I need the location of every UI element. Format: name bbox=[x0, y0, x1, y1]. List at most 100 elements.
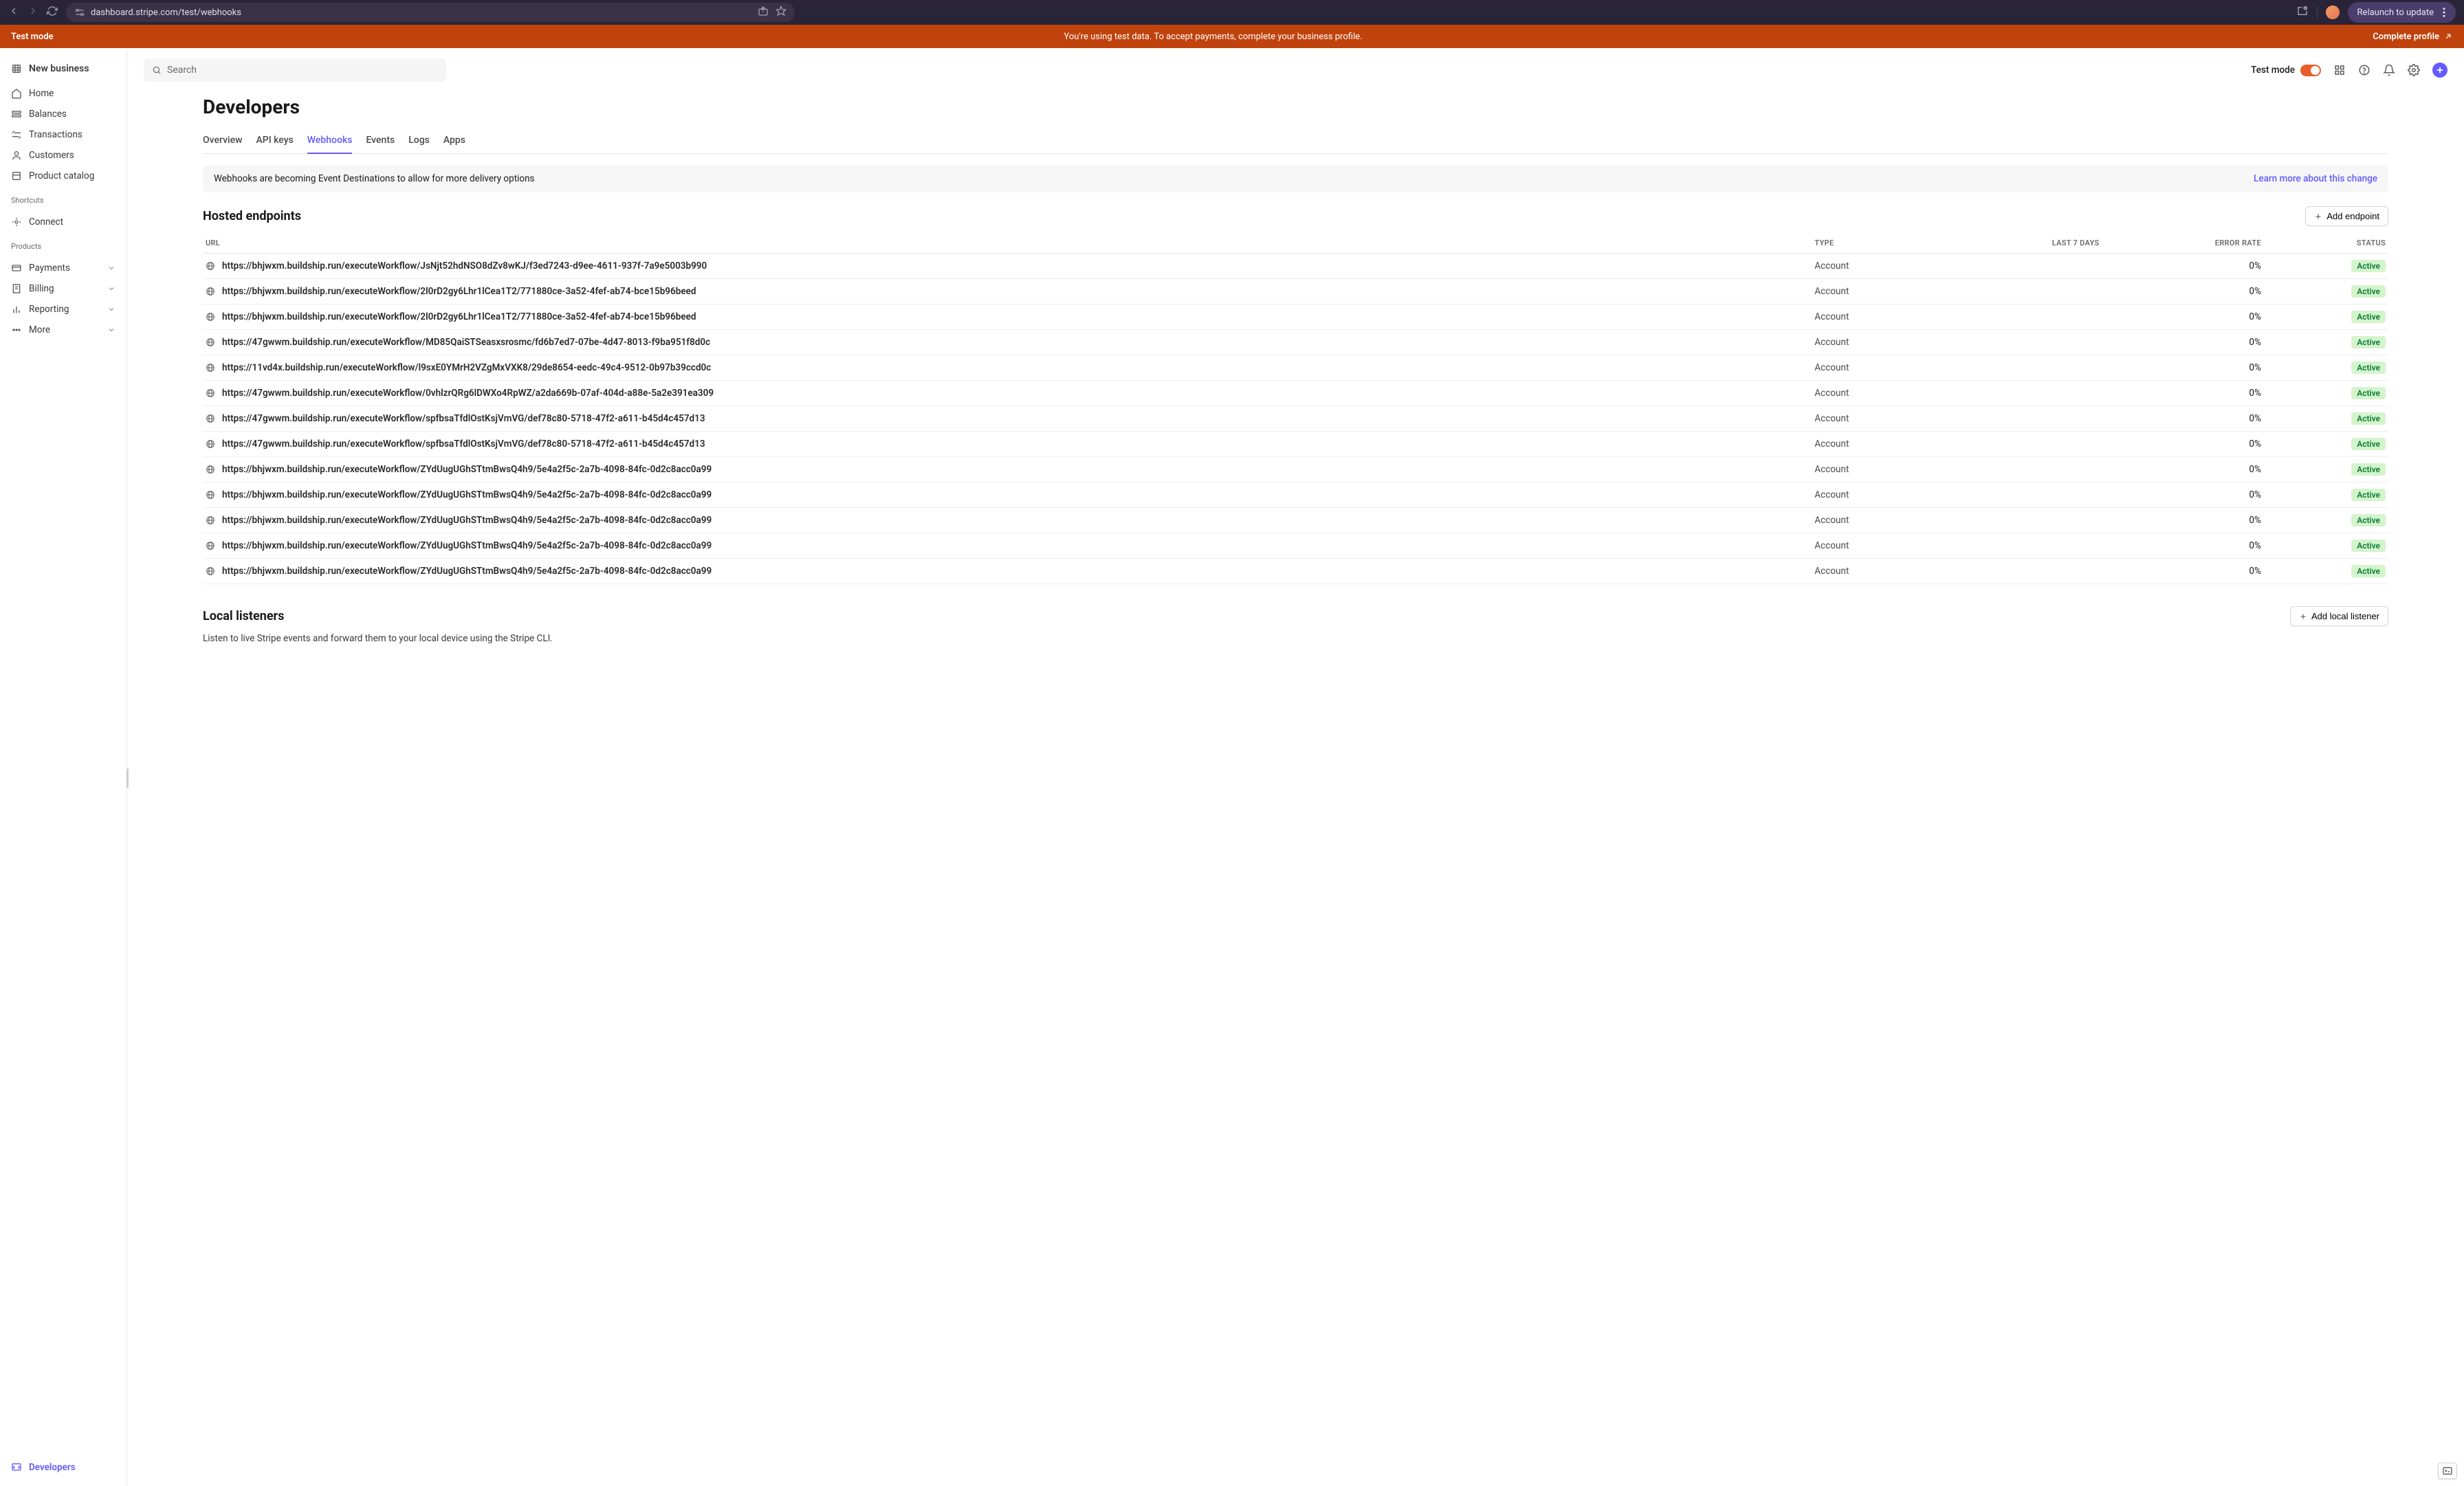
toggle-switch[interactable] bbox=[2300, 65, 2321, 76]
nav-label: Transactions bbox=[29, 129, 82, 140]
table-row[interactable]: https://11vd4x.buildship.run/executeWork… bbox=[203, 355, 2388, 381]
tab-logs[interactable]: Logs bbox=[408, 129, 430, 153]
sidebar-resize-handle[interactable] bbox=[126, 768, 129, 788]
sidebar-item-home[interactable]: Home bbox=[0, 83, 126, 104]
sidebar-item-connect[interactable]: Connect bbox=[0, 212, 126, 232]
status-badge: Active bbox=[2351, 311, 2386, 323]
endpoint-last7 bbox=[1937, 406, 2102, 432]
add-endpoint-button[interactable]: Add endpoint bbox=[2305, 206, 2388, 226]
sidebar-item-product-catalog[interactable]: Product catalog bbox=[0, 166, 126, 186]
forward-icon[interactable] bbox=[28, 5, 38, 19]
globe-icon bbox=[206, 337, 215, 347]
sidebar-item-billing[interactable]: Billing bbox=[0, 278, 126, 299]
help-icon[interactable] bbox=[2358, 64, 2370, 76]
globe-icon bbox=[206, 490, 215, 500]
business-name: New business bbox=[29, 63, 89, 74]
table-row[interactable]: https://bhjwxm.buildship.run/executeWork… bbox=[203, 254, 2388, 279]
endpoint-error-rate: 0% bbox=[2102, 508, 2264, 533]
endpoint-last7 bbox=[1937, 330, 2102, 355]
endpoint-error-rate: 0% bbox=[2102, 559, 2264, 584]
local-section-header: Local listeners Add local listener bbox=[203, 606, 2388, 626]
notice-link[interactable]: Learn more about this change bbox=[2254, 173, 2377, 184]
relaunch-button[interactable]: Relaunch to update bbox=[2348, 2, 2456, 23]
sidebar-item-transactions[interactable]: Transactions bbox=[0, 124, 126, 145]
endpoint-last7 bbox=[1937, 457, 2102, 483]
sidebar-item-payments[interactable]: Payments bbox=[0, 258, 126, 278]
notifications-icon[interactable] bbox=[2383, 64, 2395, 76]
status-badge: Active bbox=[2351, 362, 2386, 374]
shortcuts-label: Shortcuts bbox=[0, 190, 126, 208]
table-row[interactable]: https://47gwwm.buildship.run/executeWork… bbox=[203, 406, 2388, 432]
endpoint-type: Account bbox=[1812, 254, 1937, 279]
sidebar-developers[interactable]: Developers bbox=[0, 1457, 126, 1478]
endpoint-error-rate: 0% bbox=[2102, 533, 2264, 559]
extensions-icon[interactable] bbox=[2296, 5, 2309, 20]
terminal-widget[interactable] bbox=[2438, 1463, 2457, 1479]
sidebar-item-more[interactable]: More bbox=[0, 320, 126, 340]
complete-profile-link[interactable]: Complete profile bbox=[2373, 32, 2453, 42]
bookmark-icon[interactable] bbox=[776, 5, 786, 19]
table-row[interactable]: https://47gwwm.buildship.run/executeWork… bbox=[203, 381, 2388, 406]
tab-overview[interactable]: Overview bbox=[203, 129, 242, 153]
sidebar: New business Home Balances Transactions Cus… bbox=[0, 50, 127, 1486]
table-row[interactable]: https://bhjwxm.buildship.run/executeWork… bbox=[203, 457, 2388, 483]
sidebar-item-customers[interactable]: Customers bbox=[0, 145, 126, 166]
address-bar[interactable]: dashboard.stripe.com/test/webhooks bbox=[66, 3, 795, 22]
table-row[interactable]: https://47gwwm.buildship.run/executeWork… bbox=[203, 330, 2388, 355]
chevron-down-icon bbox=[107, 326, 116, 334]
search-placeholder: Search bbox=[167, 65, 197, 76]
reload-icon[interactable] bbox=[47, 5, 58, 19]
endpoint-last7 bbox=[1937, 279, 2102, 304]
banner-left: Test mode bbox=[11, 32, 54, 42]
globe-icon bbox=[206, 465, 215, 474]
endpoint-last7 bbox=[1937, 304, 2102, 330]
globe-icon bbox=[206, 312, 215, 322]
endpoint-type: Account bbox=[1812, 533, 1937, 559]
sidebar-item-balances[interactable]: Balances bbox=[0, 104, 126, 124]
table-row[interactable]: https://bhjwxm.buildship.run/executeWork… bbox=[203, 533, 2388, 559]
endpoint-type: Account bbox=[1812, 381, 1937, 406]
add-local-listener-button[interactable]: Add local listener bbox=[2290, 606, 2388, 626]
sidebar-item-reporting[interactable]: Reporting bbox=[0, 299, 126, 320]
create-button[interactable] bbox=[2432, 63, 2448, 78]
nav-icon bbox=[11, 150, 22, 161]
nav-label: Payments bbox=[29, 263, 70, 274]
endpoint-last7 bbox=[1937, 533, 2102, 559]
table-row[interactable]: https://bhjwxm.buildship.run/executeWork… bbox=[203, 483, 2388, 508]
hosted-section-header: Hosted endpoints Add endpoint bbox=[203, 206, 2388, 226]
nav-label: Product catalog bbox=[29, 170, 94, 181]
search-input[interactable]: Search bbox=[144, 58, 446, 82]
status-badge: Active bbox=[2351, 514, 2386, 526]
nav-label: Reporting bbox=[29, 304, 69, 315]
endpoint-error-rate: 0% bbox=[2102, 304, 2264, 330]
test-mode-toggle[interactable]: Test mode bbox=[2251, 65, 2321, 76]
tab-webhooks[interactable]: Webhooks bbox=[307, 129, 353, 154]
hosted-title: Hosted endpoints bbox=[203, 209, 301, 223]
col-status: STATUS bbox=[2264, 233, 2388, 254]
site-settings-icon[interactable] bbox=[74, 7, 85, 18]
tab-api-keys[interactable]: API keys bbox=[256, 129, 293, 153]
col-type: TYPE bbox=[1812, 233, 1937, 254]
business-switcher[interactable]: New business bbox=[0, 58, 126, 79]
profile-avatar[interactable] bbox=[2326, 5, 2340, 19]
table-row[interactable]: https://bhjwxm.buildship.run/executeWork… bbox=[203, 304, 2388, 330]
endpoint-error-rate: 0% bbox=[2102, 330, 2264, 355]
table-row[interactable]: https://bhjwxm.buildship.run/executeWork… bbox=[203, 508, 2388, 533]
settings-icon[interactable] bbox=[2408, 64, 2420, 76]
tab-events[interactable]: Events bbox=[366, 129, 395, 153]
table-row[interactable]: https://bhjwxm.buildship.run/executeWork… bbox=[203, 559, 2388, 584]
plus-icon bbox=[2299, 612, 2307, 621]
endpoint-url: https://bhjwxm.buildship.run/executeWork… bbox=[222, 464, 712, 475]
back-icon[interactable] bbox=[8, 5, 19, 19]
local-description: Listen to live Stripe events and forward… bbox=[203, 633, 2388, 644]
share-icon[interactable] bbox=[758, 5, 769, 19]
tab-apps[interactable]: Apps bbox=[443, 129, 465, 153]
nav-icon bbox=[11, 170, 22, 181]
endpoint-url: https://bhjwxm.buildship.run/executeWork… bbox=[222, 540, 712, 551]
apps-icon[interactable] bbox=[2333, 64, 2346, 76]
table-row[interactable]: https://47gwwm.buildship.run/executeWork… bbox=[203, 432, 2388, 457]
notice-text: Webhooks are becoming Event Destinations… bbox=[214, 173, 535, 184]
nav-label: Balances bbox=[29, 109, 67, 120]
endpoint-last7 bbox=[1937, 559, 2102, 584]
table-row[interactable]: https://bhjwxm.buildship.run/executeWork… bbox=[203, 279, 2388, 304]
